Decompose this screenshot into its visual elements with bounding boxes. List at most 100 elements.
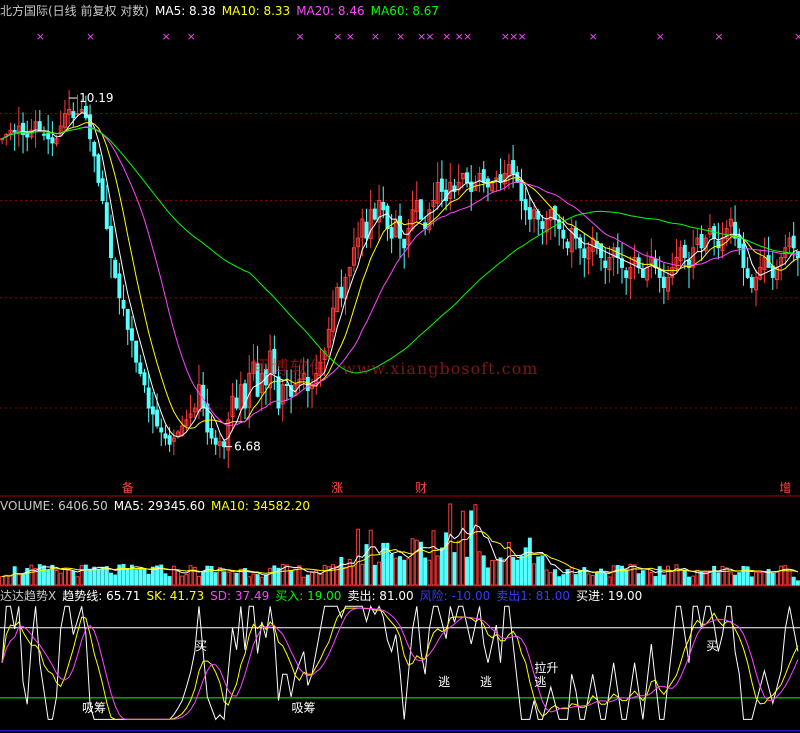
volume-bar (557, 576, 562, 586)
indicator-label: 拉升 (534, 660, 558, 675)
candle-body (381, 201, 386, 211)
volume-bar (553, 569, 557, 586)
volume-bar (548, 572, 553, 586)
volume-bar (779, 565, 784, 586)
volume-bar (678, 568, 683, 586)
volume-bar (8, 575, 13, 586)
candle-body (682, 244, 687, 258)
volume-bar (180, 575, 185, 586)
ma10-label: MA10: 8.33 (221, 4, 291, 18)
volume-bar (477, 551, 482, 586)
volume-bar (402, 559, 407, 586)
volume-bar (171, 565, 176, 586)
volume-bar (406, 558, 411, 586)
indicator-label: 买 (706, 639, 718, 653)
volume-bar (519, 555, 524, 586)
volume-bar (58, 572, 63, 586)
volume-bar (754, 571, 758, 586)
candle-body (402, 238, 407, 249)
volume-bar (360, 563, 365, 586)
volume-bar (4, 574, 9, 586)
volume-bar (456, 540, 461, 586)
volume-bar (351, 565, 356, 586)
volume-bar (649, 572, 654, 586)
candle-body (418, 199, 423, 220)
indicator-label: 逃 (534, 675, 546, 689)
volume-bar (12, 566, 17, 586)
candle-body (50, 137, 55, 144)
candle-body (372, 208, 377, 220)
risk-line-label: 风险: -10.00 (419, 589, 491, 603)
volume-bar (310, 571, 315, 586)
candle-body (624, 270, 629, 278)
candle-body (113, 259, 118, 278)
candle-body (46, 133, 51, 140)
indicator-label: 吸筹 (291, 701, 315, 715)
volume-bar (469, 510, 474, 586)
volume-bar (569, 566, 574, 586)
signal-mark: × (371, 30, 380, 43)
candle-body (795, 251, 800, 258)
candle-body (213, 437, 218, 445)
volume-bar (670, 571, 675, 586)
volume-bar (515, 559, 520, 586)
volume-bar (29, 564, 34, 586)
event-mark: 涨 (331, 480, 343, 495)
volume-bar (305, 574, 310, 586)
volume-bar (783, 565, 788, 586)
indicator-header: 达达趋势X 趋势线: 65.71 SK: 41.73 SD: 37.49 买入: 19.… (0, 588, 648, 604)
volume-bar (142, 568, 147, 586)
indicator-label: 逃 (438, 675, 450, 689)
volume-bar (184, 573, 189, 586)
volume-bar (134, 569, 139, 586)
trend-line (1, 604, 799, 721)
volume-bar (163, 573, 168, 586)
volume-bar (121, 563, 126, 586)
volume-bar (410, 538, 415, 586)
volume-bar (113, 574, 118, 586)
volume-bar (444, 532, 449, 586)
volume-bar (79, 565, 84, 586)
volume-bar (465, 556, 469, 586)
candle-body (389, 227, 394, 239)
volume-bar (624, 569, 629, 586)
volume-bar (485, 567, 490, 586)
candle-body (109, 225, 113, 258)
candle-body (234, 397, 239, 409)
volume-bar (561, 574, 566, 586)
candle-body (364, 221, 369, 239)
volume-bar (603, 572, 608, 586)
volume-bar (234, 572, 239, 586)
volume-bar (481, 555, 486, 586)
signal-mark: × (425, 30, 434, 43)
volume-bar (46, 569, 51, 586)
volume-bar (389, 553, 394, 586)
volume-bar (636, 573, 641, 586)
volume-bar (527, 537, 532, 586)
candle-body (129, 328, 134, 341)
volume-bar (343, 566, 348, 586)
buy-line-label: 买入: 19.00 (275, 589, 342, 603)
volume-bar (146, 573, 151, 586)
candle-body (582, 248, 587, 259)
volume-bar (414, 539, 419, 586)
candle-body (83, 105, 88, 119)
candle-body (465, 172, 469, 183)
indicator-label: 吸筹 (82, 701, 106, 715)
volume-bar (448, 503, 453, 586)
candle-body (284, 384, 289, 387)
volume-bar (728, 572, 733, 586)
signal-mark: × (517, 30, 526, 43)
trend-line-label: 趋势线: 65.71 (62, 589, 141, 603)
volume-bar (75, 576, 80, 586)
volume-bar (770, 572, 775, 586)
ma60-label: MA60: 8.67 (370, 4, 440, 18)
candle-body (146, 387, 151, 409)
candle-body (791, 235, 796, 249)
candle-body (138, 362, 143, 374)
volume-bar (138, 568, 143, 586)
indicator-label: 逃 (480, 675, 492, 689)
price-annotation: 6.68 (234, 440, 261, 454)
candle-body (75, 113, 80, 116)
volume-bar (368, 529, 373, 586)
